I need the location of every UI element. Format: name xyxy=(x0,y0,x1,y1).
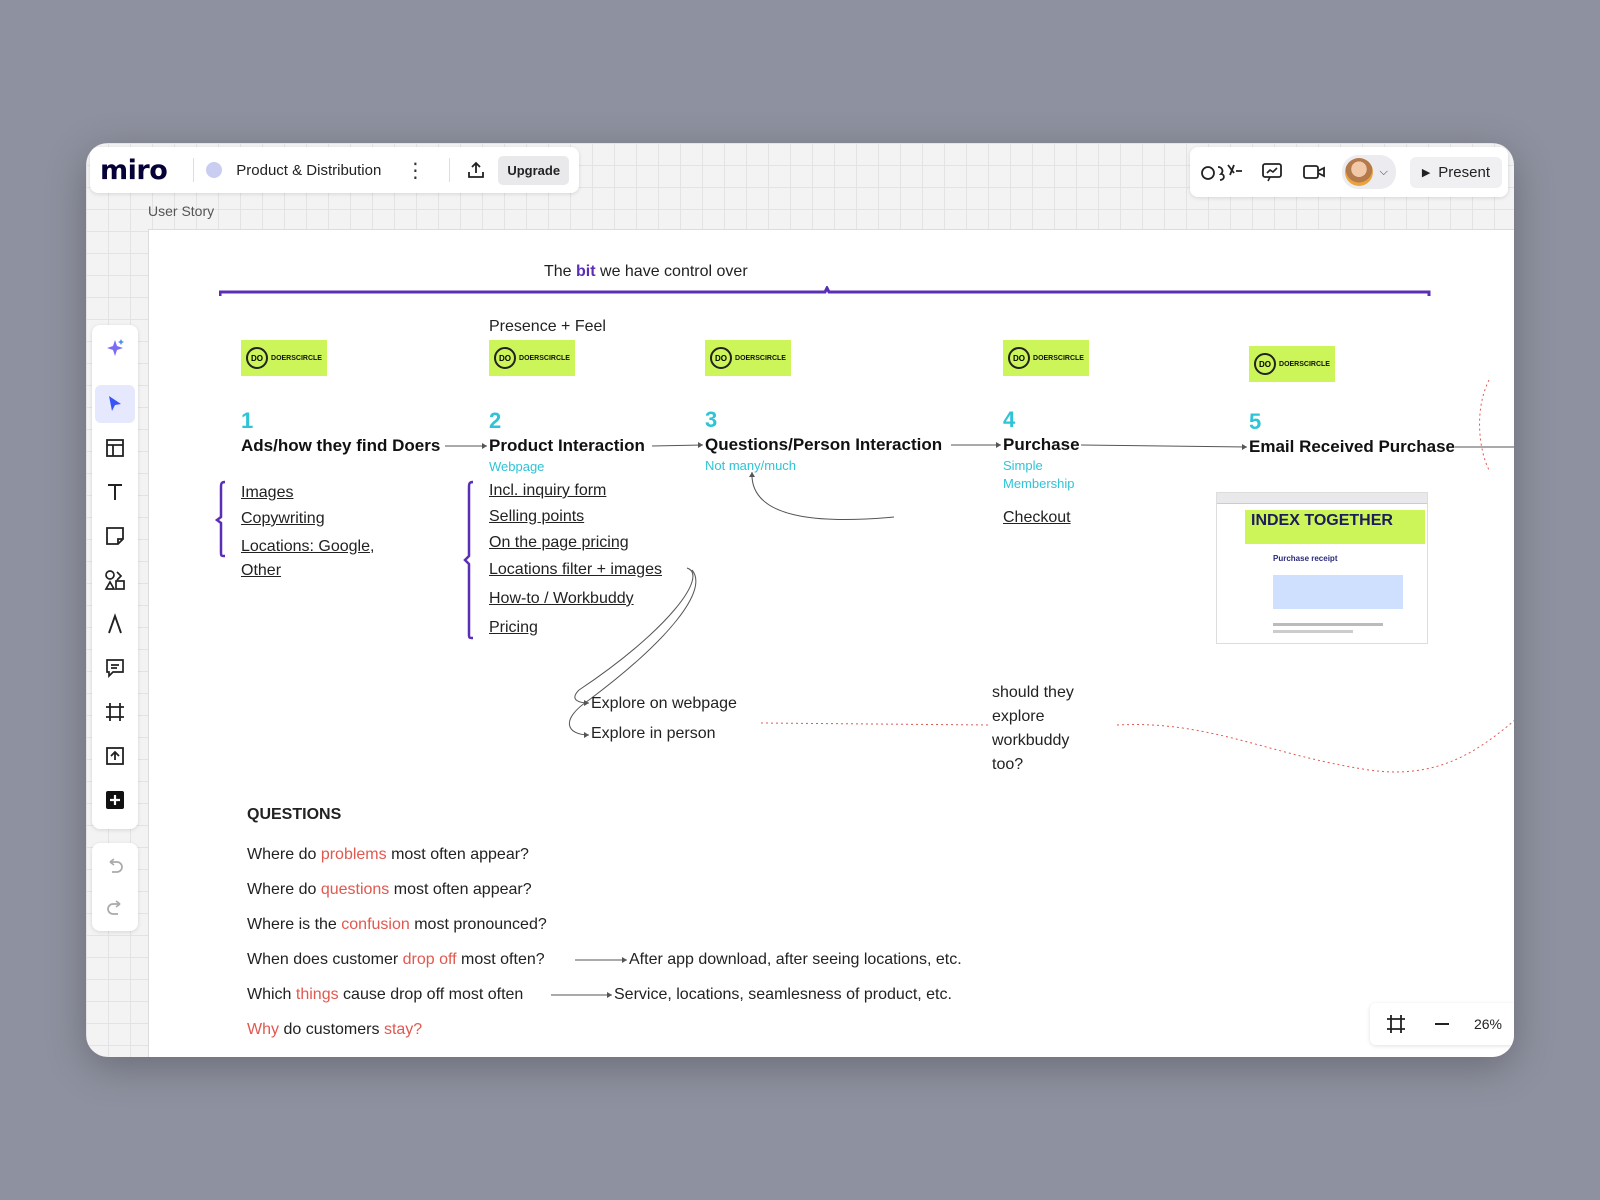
board-name[interactable]: Product & Distribution xyxy=(236,162,381,179)
frame-title[interactable]: User Story xyxy=(148,203,214,219)
answer-connectors xyxy=(551,957,627,998)
board-frame: The bit we have control over Presence + … xyxy=(148,229,1514,1057)
cursor-icon[interactable] xyxy=(95,385,135,423)
present-button[interactable]: ▶ Present xyxy=(1409,156,1502,188)
upgrade-button[interactable]: Upgrade xyxy=(498,155,570,185)
miro-logo[interactable]: miro xyxy=(100,155,168,186)
undo-icon[interactable] xyxy=(95,847,135,885)
fit-frame-icon[interactable] xyxy=(1382,1010,1410,1038)
comment-icon[interactable] xyxy=(95,649,135,687)
share-icon[interactable] xyxy=(462,156,490,184)
collab-toolbar: ⌵ ▶ Present xyxy=(1190,147,1508,197)
history-toolbar xyxy=(92,843,138,931)
video-icon[interactable] xyxy=(1300,158,1328,186)
avatar xyxy=(1345,158,1374,186)
templates-icon[interactable] xyxy=(95,429,135,467)
divider xyxy=(449,158,451,182)
reactions-icon[interactable] xyxy=(1200,158,1244,186)
zoom-controls: 26% xyxy=(1369,1003,1514,1045)
zoom-level[interactable]: 26% xyxy=(1474,1016,1502,1032)
text-icon[interactable] xyxy=(95,473,135,511)
redo-icon[interactable] xyxy=(95,889,135,927)
more-options-icon[interactable]: ⋮ xyxy=(405,158,425,183)
ai-sparkle-icon[interactable] xyxy=(95,329,135,367)
board-icon xyxy=(206,162,223,178)
miro-window: User Story The bit we have control over … xyxy=(86,143,1514,1057)
board-toolbar: miro Product & Distribution ⋮ Upgrade xyxy=(90,147,580,193)
zoom-out-icon[interactable] xyxy=(1428,1010,1456,1038)
add-icon[interactable] xyxy=(95,781,135,819)
creation-toolbar xyxy=(92,325,138,829)
pen-icon[interactable] xyxy=(95,605,135,643)
frame-icon[interactable] xyxy=(95,693,135,731)
upload-icon[interactable] xyxy=(95,737,135,775)
divider xyxy=(193,158,195,182)
shapes-icon[interactable] xyxy=(95,561,135,599)
user-menu[interactable]: ⌵ xyxy=(1342,155,1396,189)
chat-icon[interactable] xyxy=(1258,158,1286,186)
chevron-down-icon: ⌵ xyxy=(1379,165,1388,178)
present-icon: ▶ xyxy=(1421,166,1431,179)
sticky-note-icon[interactable] xyxy=(95,517,135,555)
